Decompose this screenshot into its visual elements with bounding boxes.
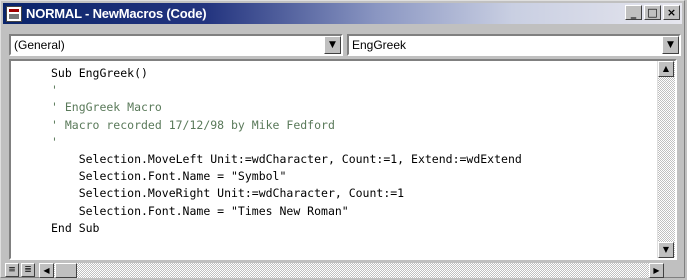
window-title: NORMAL - NewMacros (Code) xyxy=(26,6,207,21)
procedure-dropdown-arrow-icon[interactable]: ▼ xyxy=(662,36,679,54)
procedure-dropdown[interactable]: EngGreek ▼ xyxy=(347,34,681,56)
scroll-up-arrow-icon[interactable]: ▲ xyxy=(658,61,674,77)
code-window: NORMAL - NewMacros (Code) _ □ × (General… xyxy=(0,0,685,278)
code-line[interactable]: Selection.MoveRight Unit:=wdCharacter, C… xyxy=(51,185,655,202)
scroll-left-arrow-icon[interactable]: ◀ xyxy=(39,263,54,278)
code-line[interactable]: Selection.Font.Name = "Symbol" xyxy=(51,168,655,185)
code-text[interactable]: Sub EngGreek() ' ' EngGreek Macro ' Macro r… xyxy=(51,65,655,237)
title-bar[interactable]: NORMAL - NewMacros (Code) _ □ × xyxy=(3,3,682,24)
code-line[interactable]: ' xyxy=(51,134,655,151)
vertical-scrollbar[interactable]: ▲ ▼ xyxy=(657,61,675,258)
procedure-dropdown-value: EngGreek xyxy=(352,38,407,52)
scroll-right-arrow-icon[interactable]: ▶ xyxy=(649,263,664,278)
maximize-button[interactable]: □ xyxy=(644,5,661,20)
code-line[interactable]: ' Macro recorded 17/12/98 by Mike Fedfor… xyxy=(51,117,655,134)
code-line[interactable]: Selection.MoveLeft Unit:=wdCharacter, Co… xyxy=(51,151,655,168)
full-module-view-icon[interactable]: ≣ xyxy=(21,263,35,277)
code-line[interactable]: Sub EngGreek() xyxy=(51,65,655,82)
procedure-view-icon[interactable]: ≡ xyxy=(5,263,19,277)
combo-row: (General) ▼ EngGreek ▼ xyxy=(9,34,681,56)
horizontal-scrollbar[interactable]: ◀ ▶ xyxy=(39,263,664,278)
code-line[interactable]: End Sub xyxy=(51,220,655,237)
object-dropdown-value: (General) xyxy=(14,38,65,52)
vb-editor-icon[interactable] xyxy=(6,5,22,22)
code-line[interactable]: Selection.Font.Name = "Times New Roman" xyxy=(51,203,655,220)
close-button[interactable]: × xyxy=(663,5,680,20)
object-dropdown[interactable]: (General) ▼ xyxy=(9,34,343,56)
code-line[interactable]: ' EngGreek Macro xyxy=(51,99,655,116)
code-line[interactable]: ' xyxy=(51,82,655,99)
bottom-bar: ≡ ≣ ◀ ▶ xyxy=(5,263,681,278)
horizontal-scroll-thumb[interactable] xyxy=(55,263,77,278)
object-dropdown-arrow-icon[interactable]: ▼ xyxy=(324,36,341,54)
window-controls: _ □ × xyxy=(625,5,680,20)
code-editor[interactable]: Sub EngGreek() ' ' EngGreek Macro ' Macro r… xyxy=(9,59,677,260)
scroll-down-arrow-icon[interactable]: ▼ xyxy=(658,242,674,258)
minimize-button[interactable]: _ xyxy=(625,5,642,20)
